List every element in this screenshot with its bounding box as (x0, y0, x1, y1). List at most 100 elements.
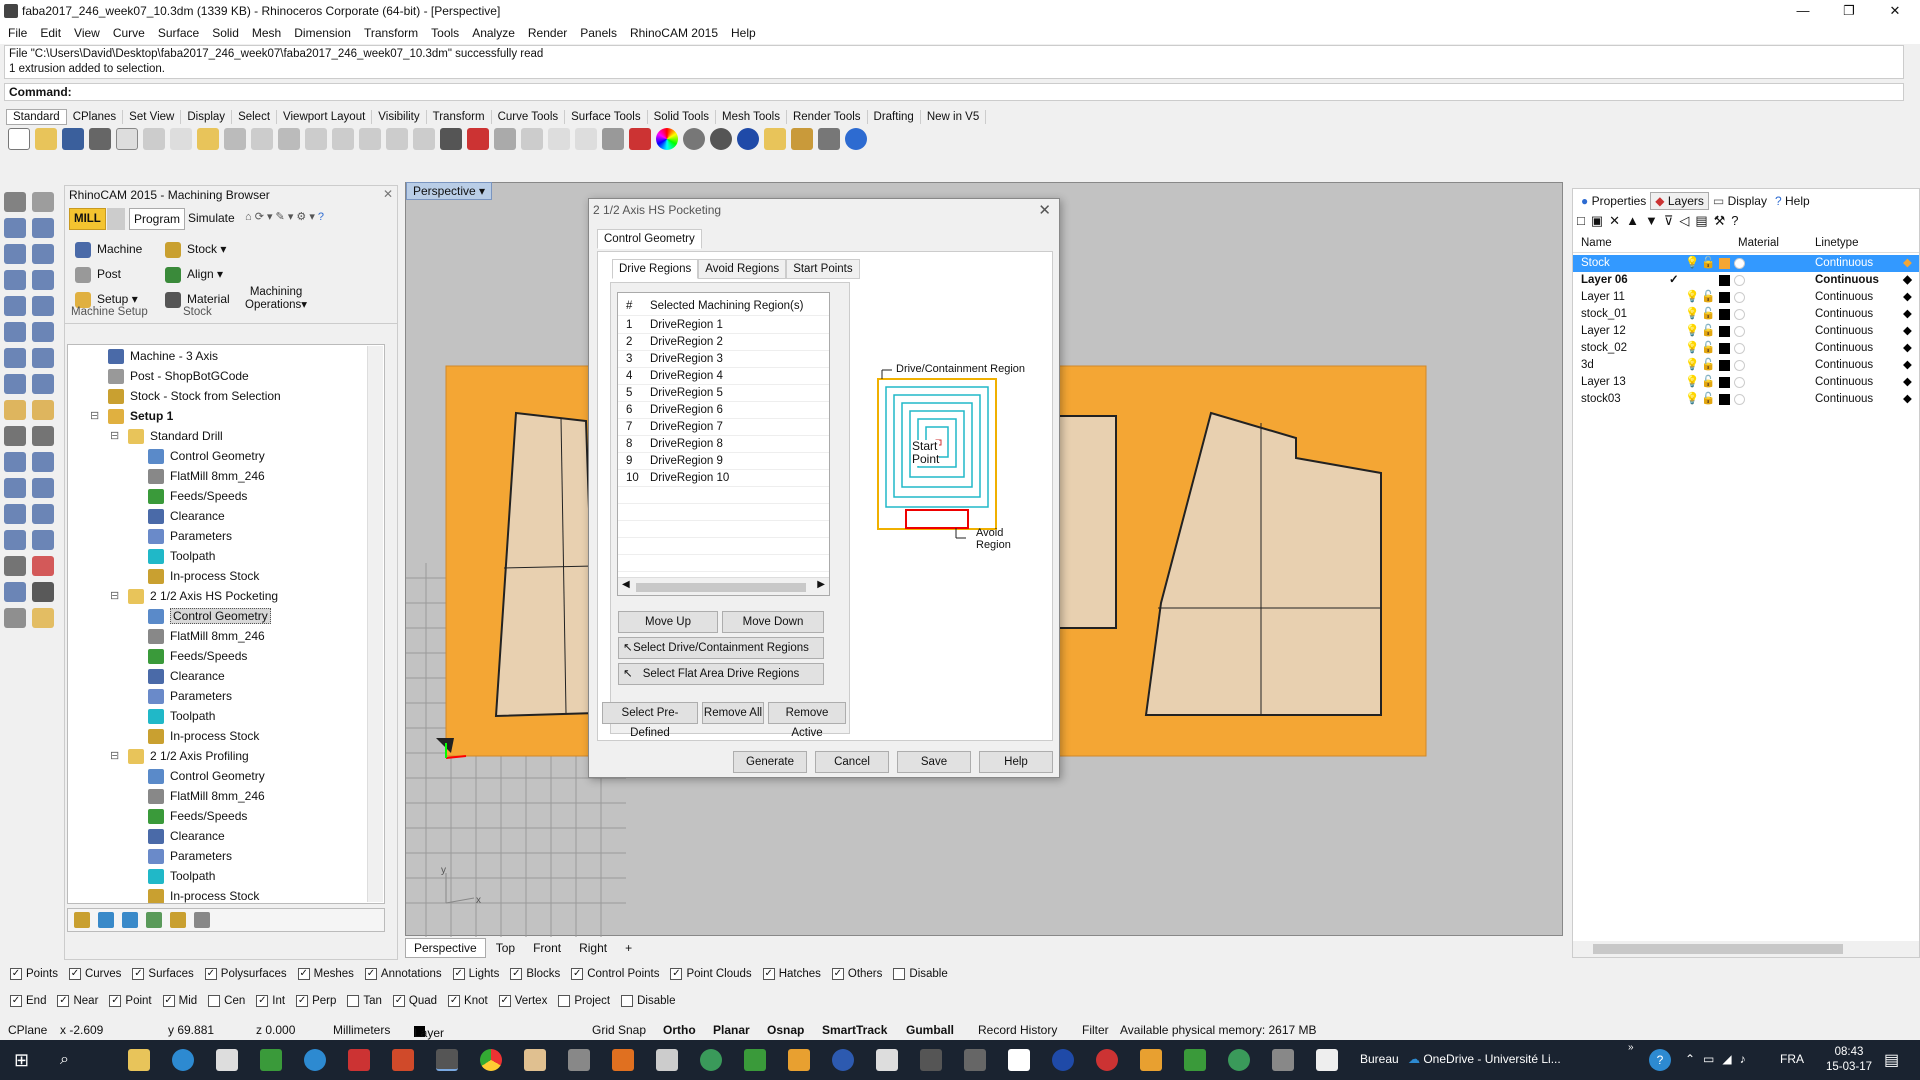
layer-color-swatch[interactable] (1719, 377, 1730, 388)
machining-operations-button[interactable]: Machining Operations▾ (245, 286, 307, 312)
app-icon[interactable] (1096, 1049, 1118, 1071)
stock-button[interactable]: Stock ▾ (165, 242, 226, 258)
zoom-window-icon[interactable] (332, 128, 354, 150)
app-icon[interactable] (700, 1049, 722, 1071)
region-row[interactable]: 10 DriveRegion 10 (618, 470, 829, 487)
tab-cplanes[interactable]: CPlanes (67, 110, 124, 124)
cut-icon[interactable] (143, 128, 165, 150)
filter-checkbox[interactable]: ✓ Point Clouds (670, 968, 752, 980)
dimension-icon[interactable] (32, 478, 54, 498)
app-icon[interactable] (1228, 1049, 1250, 1071)
status-gumball[interactable]: Gumball (906, 1023, 954, 1037)
feeds-icon[interactable] (146, 912, 162, 928)
polyline-icon[interactable] (4, 218, 26, 238)
tab-control-geometry[interactable]: Control Geometry (597, 229, 702, 249)
flag-icon[interactable] (764, 128, 786, 150)
filter-checkbox[interactable]: ✓ Meshes (297, 968, 354, 980)
stock-icon[interactable] (170, 912, 186, 928)
help-icon[interactable]: ? (1731, 213, 1744, 228)
help-icon[interactable] (845, 128, 867, 150)
region-row[interactable]: 5 DriveRegion 5 (618, 385, 829, 402)
operation-child-node[interactable]: Feeds/Speeds (148, 487, 247, 505)
filter-checkbox[interactable]: ✓ Mid (162, 995, 197, 1007)
menu-item[interactable]: View (74, 26, 100, 40)
grid-icon[interactable] (440, 128, 462, 150)
surface-icon[interactable] (4, 322, 26, 342)
checkbox-icon[interactable]: ✓ (162, 995, 175, 1007)
material-swatch[interactable] (1734, 394, 1745, 405)
app-icon[interactable] (920, 1049, 942, 1071)
filter-checkbox[interactable]: Cen (208, 995, 245, 1007)
bulb-icon[interactable]: 💡 (1685, 391, 1699, 408)
checkbox-icon[interactable]: ✓ (452, 968, 465, 980)
menu-item[interactable]: Analyze (472, 26, 515, 40)
material-icon[interactable] (629, 128, 651, 150)
acrobat-icon[interactable] (348, 1049, 370, 1071)
material-swatch[interactable] (1734, 343, 1745, 354)
explode-icon[interactable] (4, 400, 26, 420)
operation-child-node[interactable]: Control Geometry (148, 767, 265, 785)
tab-display[interactable]: Display (181, 110, 233, 124)
filter-checkbox[interactable]: ✓ End (10, 995, 46, 1007)
lock-icon[interactable]: 🔓 (1701, 340, 1715, 357)
tab-set-view[interactable]: Set View (123, 110, 182, 124)
file-explorer-icon[interactable] (128, 1049, 150, 1071)
select-flat-regions-button[interactable]: ↖ Select Flat Area Drive Regions (618, 663, 824, 685)
operation-child-node[interactable]: Toolpath (148, 867, 215, 885)
layer-row[interactable]: Layer 12 💡 🔓 Continuous ◆ (1573, 323, 1919, 340)
light-icon[interactable] (32, 608, 54, 628)
status-grid-snap[interactable]: Grid Snap (592, 1023, 646, 1037)
material-swatch[interactable] (1734, 275, 1745, 286)
print-color-icon[interactable]: ◆ (1903, 323, 1912, 340)
ie-icon[interactable] (172, 1049, 194, 1071)
lock-icon[interactable] (602, 128, 624, 150)
operation-child-node[interactable]: Parameters (148, 847, 232, 865)
layer-color-swatch[interactable] (1719, 275, 1730, 286)
operation-child-node[interactable]: In-process Stock (148, 887, 259, 903)
align-button[interactable]: Align ▾ (165, 267, 223, 283)
checkbox-icon[interactable] (208, 995, 221, 1007)
operation-node[interactable]: ⊟ Standard Drill (110, 427, 223, 445)
filter-checkbox[interactable]: ✓ Hatches (762, 968, 821, 980)
checkbox-icon[interactable]: ✓ (57, 995, 70, 1007)
lock-icon[interactable]: 🔓 (1701, 391, 1715, 408)
move-icon[interactable] (278, 128, 300, 150)
operation-child-node[interactable]: FlatMill 8mm_246 (148, 787, 265, 805)
layer-color-swatch[interactable] (1719, 326, 1730, 337)
collapse-icon[interactable]: ⊟ (110, 427, 119, 445)
app-icon[interactable] (260, 1049, 282, 1071)
maximize-icon[interactable]: ❐ (1826, 0, 1872, 22)
close-icon[interactable]: ✕ (1038, 201, 1051, 219)
region-row[interactable]: 1 DriveRegion 1 (618, 317, 829, 334)
print-color-icon[interactable]: ◆ (1903, 289, 1912, 306)
checkbox-icon[interactable]: ✓ (256, 995, 269, 1007)
tab-transform[interactable]: Transform (427, 110, 492, 124)
plane-icon[interactable] (494, 128, 516, 150)
app-icon[interactable] (964, 1049, 986, 1071)
lock-icon[interactable]: 🔓 (1701, 289, 1715, 306)
menu-item[interactable]: Render (528, 26, 567, 40)
list-hscrollbar[interactable]: ◀ ▶ (618, 577, 829, 595)
solid-icon[interactable] (4, 530, 26, 550)
operation-child-node[interactable]: Control Geometry (148, 607, 271, 625)
shaded-sphere-icon[interactable] (683, 128, 705, 150)
tab-simulate[interactable]: Simulate (184, 208, 239, 230)
layer-color-swatch[interactable] (1719, 394, 1730, 405)
layer-row[interactable]: stock_02 💡 🔓 Continuous ◆ (1573, 340, 1919, 357)
move-down-icon[interactable]: ▼ (1645, 213, 1664, 228)
target-icon[interactable] (521, 128, 543, 150)
layer-color-swatch[interactable] (1719, 292, 1730, 303)
operation-child-node[interactable]: Toolpath (148, 547, 215, 565)
operation-child-node[interactable]: Feeds/Speeds (148, 807, 247, 825)
print-color-icon[interactable]: ◆ (1903, 391, 1912, 408)
bulb-icon[interactable]: 💡 (1685, 340, 1699, 357)
notifications-icon[interactable]: ▤ (1884, 1050, 1899, 1070)
menu-item[interactable]: Edit (40, 26, 61, 40)
render-sphere-icon[interactable] (737, 128, 759, 150)
print-color-icon[interactable]: ◆ (1903, 357, 1912, 374)
chevron-down-icon[interactable]: ▾ (479, 184, 485, 198)
mesh-icon[interactable] (32, 374, 54, 394)
tab-display[interactable]: ▭ Display (1709, 193, 1771, 209)
circle-icon[interactable] (4, 244, 26, 264)
filter-checkbox[interactable]: ✓ Annotations (364, 968, 442, 980)
